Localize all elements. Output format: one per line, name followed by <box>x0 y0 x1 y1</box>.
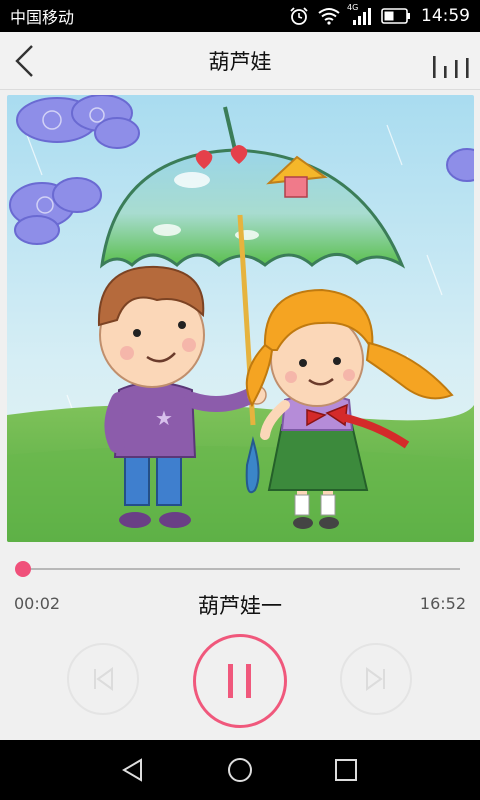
equalizer-icon <box>433 56 469 78</box>
home-circle-icon <box>228 758 252 782</box>
wifi-icon <box>318 8 340 25</box>
signal-group: 4G <box>347 3 373 26</box>
page-title: 葫芦娃 <box>208 50 272 74</box>
back-triangle-icon <box>122 758 142 782</box>
nav-back-button[interactable] <box>113 755 153 785</box>
alarm-icon <box>290 7 308 25</box>
equalizer-button[interactable] <box>430 46 472 80</box>
recents-square-icon <box>335 759 357 781</box>
system-nav-bar <box>0 740 480 800</box>
progress-thumb[interactable] <box>15 561 31 577</box>
carrier-label: 中国移动 <box>10 8 75 27</box>
status-clock: 14:59 <box>421 6 470 26</box>
next-button[interactable] <box>340 643 412 715</box>
next-icon <box>366 667 385 691</box>
album-artwork: ★ <box>7 95 474 542</box>
progress-slider[interactable] <box>14 559 460 579</box>
battery-icon <box>381 8 410 24</box>
signal-icon <box>353 8 371 25</box>
track-title: 葫芦娃一 <box>198 594 282 618</box>
status-icons: 4G 14:59 <box>289 3 470 26</box>
prev-icon <box>94 667 113 691</box>
progress-track <box>22 568 460 570</box>
title-bar: 葫芦娃 <box>0 32 480 90</box>
total-time: 16:52 <box>419 594 466 613</box>
svg-text:★: ★ <box>155 406 173 430</box>
nav-home-button[interactable] <box>220 755 260 785</box>
pause-button[interactable] <box>193 634 287 728</box>
previous-button[interactable] <box>67 643 139 715</box>
status-bar: 中国移动 4G 14:59 <box>0 0 480 32</box>
nav-recents-button[interactable] <box>326 755 366 785</box>
pause-icon <box>228 664 251 698</box>
